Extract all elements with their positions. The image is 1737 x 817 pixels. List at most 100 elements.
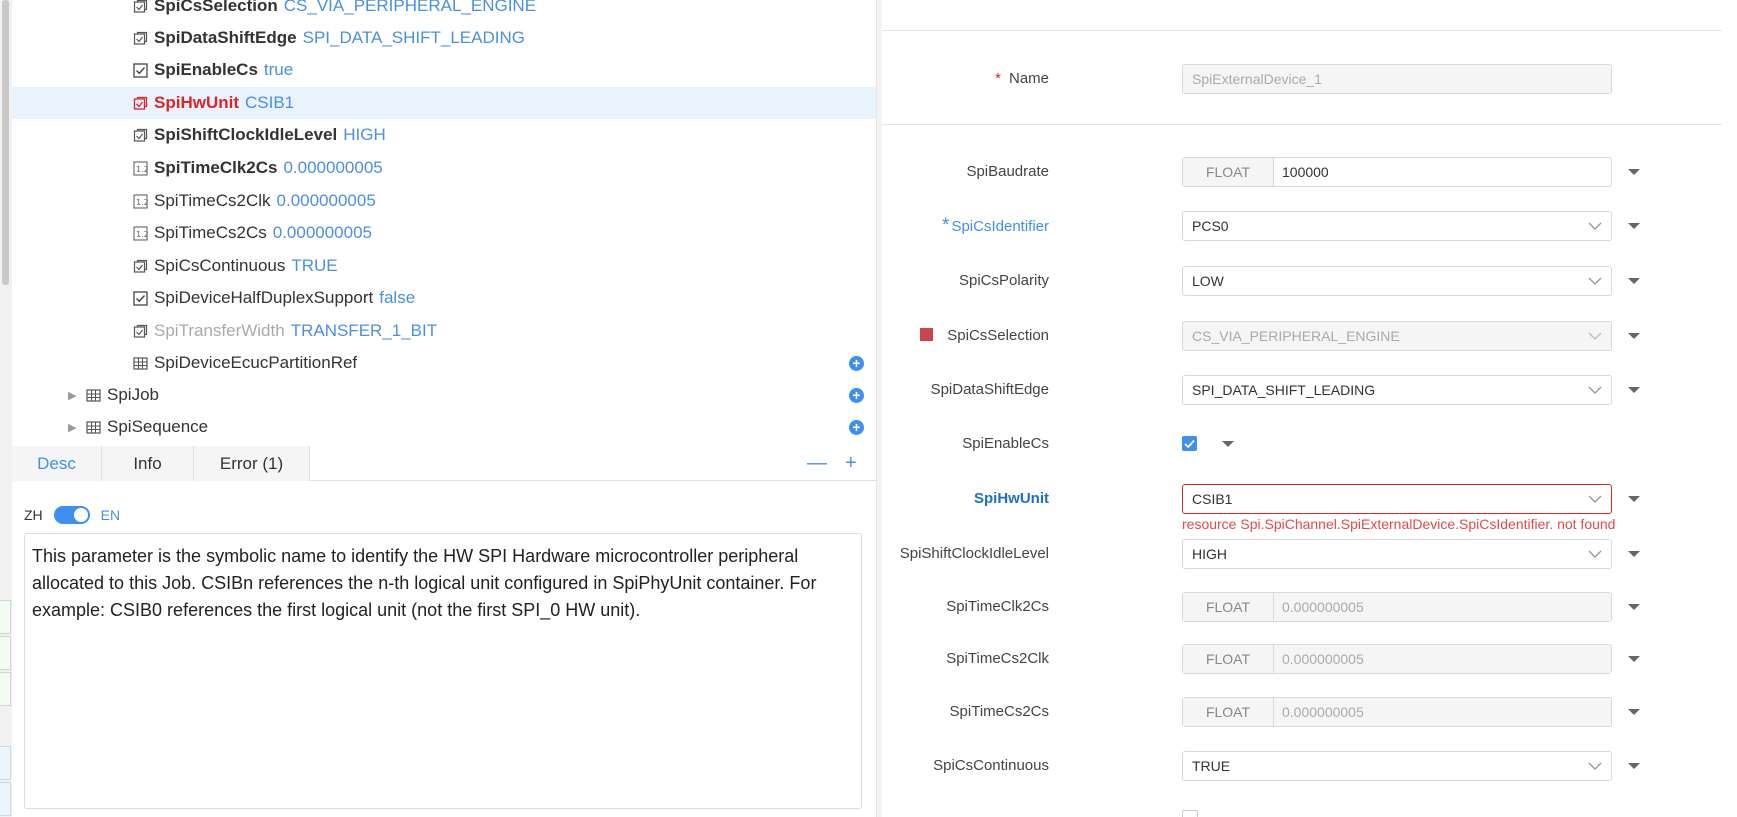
shift-clock-idle-label: SpiShiftClockIdleLevel bbox=[899, 545, 1049, 562]
svg-text:1.2: 1.2 bbox=[136, 230, 148, 239]
language-toggle[interactable] bbox=[53, 506, 90, 524]
name-row: * Name SpiExternalDevice_1 bbox=[882, 64, 1722, 94]
tree-item-spitimeclk2cs[interactable]: 1.2 SpiTimeClk2Cs 0.000000005 bbox=[12, 152, 876, 184]
expand-arrow-icon[interactable]: ▶ bbox=[68, 421, 82, 434]
float-param-icon: 1.2 bbox=[133, 160, 148, 176]
time-clk2cs-field[interactable]: FLOAT 0.000000005 bbox=[1182, 592, 1612, 622]
time-cs2clk-value[interactable]: 0.000000005 bbox=[1274, 645, 1611, 673]
side-chip[interactable] bbox=[0, 600, 11, 634]
partial-checkbox[interactable] bbox=[1182, 810, 1198, 817]
tab-error[interactable]: Error (1) bbox=[194, 446, 310, 481]
caret-down-icon[interactable] bbox=[1628, 763, 1640, 769]
expand-panel-button[interactable]: + bbox=[845, 452, 857, 475]
tree-item-spitimecs2cs[interactable]: 1.2 SpiTimeCs2Cs 0.000000005 bbox=[12, 217, 876, 249]
caret-down-icon[interactable] bbox=[1628, 656, 1640, 662]
baudrate-label: SpiBaudrate bbox=[966, 163, 1049, 180]
type-prefix: FLOAT bbox=[1183, 593, 1274, 621]
tree-label: SpiCsSelection bbox=[154, 0, 278, 15]
tree-label: SpiJob bbox=[107, 385, 159, 404]
time-cs2cs-row: SpiTimeCs2Cs FLOAT 0.000000005 bbox=[882, 697, 1722, 727]
tree-label: SpiTransferWidth bbox=[154, 321, 285, 340]
baudrate-field[interactable]: FLOAT 100000 bbox=[1182, 157, 1612, 187]
shift-clock-idle-select[interactable]: HIGH bbox=[1182, 539, 1612, 569]
lang-en-label: EN bbox=[100, 507, 121, 523]
add-icon[interactable]: + bbox=[849, 419, 864, 435]
tab-info[interactable]: Info bbox=[102, 446, 194, 481]
chevron-down-icon bbox=[1588, 212, 1602, 240]
enable-cs-row: SpiEnableCs bbox=[882, 429, 1722, 459]
tree-item-spihwunit[interactable]: SpiHwUnit CSIB1 bbox=[12, 87, 876, 119]
data-shift-edge-row: SpiDataShiftEdge SPI_DATA_SHIFT_LEADING bbox=[882, 375, 1722, 405]
caret-down-icon[interactable] bbox=[1628, 333, 1640, 339]
cs-identifier-row: * SpiCsIdentifier PCS0 bbox=[882, 211, 1722, 241]
caret-down-icon[interactable] bbox=[1628, 169, 1640, 175]
chevron-down-icon bbox=[1588, 267, 1602, 295]
tree-item-spidatashiftedge[interactable]: SpiDataShiftEdge SPI_DATA_SHIFT_LEADING bbox=[12, 22, 876, 54]
tree-scrollbar[interactable] bbox=[2, 0, 9, 285]
name-field[interactable]: SpiExternalDevice_1 bbox=[1182, 64, 1612, 94]
add-icon[interactable]: + bbox=[849, 355, 864, 371]
caret-down-icon[interactable] bbox=[1628, 223, 1640, 229]
collapse-panel-button[interactable]: — bbox=[807, 452, 827, 475]
time-clk2cs-value[interactable]: 0.000000005 bbox=[1274, 593, 1611, 621]
time-cs2clk-field[interactable]: FLOAT 0.000000005 bbox=[1182, 644, 1612, 674]
time-cs2clk-label: SpiTimeCs2Clk bbox=[946, 650, 1049, 667]
checkbox-ref-icon bbox=[133, 128, 148, 143]
tree-value: CS_VIA_PERIPHERAL_ENGINE bbox=[283, 0, 537, 15]
tree-value: TRANSFER_1_BIT bbox=[290, 321, 438, 340]
tree-label: SpiDeviceEcucPartitionRef bbox=[154, 353, 358, 372]
expand-arrow-icon[interactable]: ▶ bbox=[68, 389, 82, 402]
tree-container-spisequence[interactable]: ▶ SpiSequence + bbox=[12, 411, 876, 443]
side-chip[interactable] bbox=[0, 672, 11, 706]
tree-item-spitimecs2clk[interactable]: 1.2 SpiTimeCs2Clk 0.000000005 bbox=[12, 185, 876, 217]
tree-item-spidevicehalfduplexsupport[interactable]: SpiDeviceHalfDuplexSupport false bbox=[12, 282, 876, 314]
caret-down-icon[interactable] bbox=[1628, 387, 1640, 393]
side-chip[interactable] bbox=[0, 782, 11, 816]
tree-item-spicsselection[interactable]: SpiCsSelection CS_VIA_PERIPHERAL_ENGINE bbox=[12, 0, 876, 22]
tree-value: SPI_DATA_SHIFT_LEADING bbox=[302, 28, 525, 47]
checkbox-ref-icon bbox=[133, 31, 148, 46]
tree-item-spicscontinuous[interactable]: SpiCsContinuous TRUE bbox=[12, 250, 876, 282]
select-value: CS_VIA_PERIPHERAL_ENGINE bbox=[1192, 328, 1400, 344]
select-value: HIGH bbox=[1192, 546, 1227, 562]
tree-container-spijob[interactable]: ▶ SpiJob + bbox=[12, 379, 876, 411]
caret-down-icon[interactable] bbox=[1628, 551, 1640, 557]
side-chip[interactable] bbox=[0, 746, 11, 780]
chevron-down-icon bbox=[1588, 376, 1602, 404]
cs-polarity-select[interactable]: LOW bbox=[1182, 266, 1612, 296]
table-icon bbox=[86, 420, 101, 435]
caret-down-icon[interactable] bbox=[1628, 278, 1640, 284]
tree-label: SpiHwUnit bbox=[154, 93, 239, 112]
time-cs2cs-value[interactable]: 0.000000005 bbox=[1274, 698, 1611, 726]
enable-cs-checkbox[interactable] bbox=[1182, 436, 1197, 451]
enable-cs-label: SpiEnableCs bbox=[962, 435, 1049, 452]
table-icon bbox=[133, 356, 148, 371]
tree-item-spideviceecucpartitionref[interactable]: SpiDeviceEcucPartitionRef + bbox=[12, 347, 876, 379]
baudrate-row: SpiBaudrate FLOAT 100000 bbox=[882, 157, 1722, 187]
cs-polarity-row: SpiCsPolarity LOW bbox=[882, 266, 1722, 296]
tree-item-spitransferwidth[interactable]: SpiTransferWidth TRANSFER_1_BIT bbox=[12, 315, 876, 347]
tree-value: 0.000000005 bbox=[272, 223, 373, 242]
cs-selection-select[interactable]: CS_VIA_PERIPHERAL_ENGINE bbox=[1182, 321, 1612, 351]
cs-continuous-select[interactable]: TRUE bbox=[1182, 751, 1612, 781]
cs-polarity-label: SpiCsPolarity bbox=[958, 272, 1049, 289]
float-param-icon: 1.2 bbox=[133, 225, 148, 241]
data-shift-edge-select[interactable]: SPI_DATA_SHIFT_LEADING bbox=[1182, 375, 1612, 405]
hw-unit-select[interactable]: CSIB1 bbox=[1182, 484, 1612, 514]
tree-item-spienablecs[interactable]: SpiEnableCs true bbox=[12, 54, 876, 86]
side-chip[interactable] bbox=[0, 636, 11, 670]
time-cs2cs-field[interactable]: FLOAT 0.000000005 bbox=[1182, 697, 1612, 727]
table-icon bbox=[86, 388, 101, 403]
cs-identifier-select[interactable]: PCS0 bbox=[1182, 211, 1612, 241]
add-icon[interactable]: + bbox=[849, 387, 864, 403]
caret-down-icon[interactable] bbox=[1222, 441, 1234, 447]
tree-label: SpiCsContinuous bbox=[154, 256, 286, 275]
caret-down-icon[interactable] bbox=[1628, 709, 1640, 715]
caret-down-icon[interactable] bbox=[1628, 604, 1640, 610]
caret-down-icon[interactable] bbox=[1628, 496, 1640, 502]
divider bbox=[882, 30, 1722, 31]
tab-desc[interactable]: Desc bbox=[12, 446, 102, 481]
tree-item-spishiftclockidlelevel[interactable]: SpiShiftClockIdleLevel HIGH bbox=[12, 119, 876, 151]
baudrate-value[interactable]: 100000 bbox=[1274, 158, 1611, 186]
checkbox-ref-error-icon bbox=[133, 96, 148, 111]
